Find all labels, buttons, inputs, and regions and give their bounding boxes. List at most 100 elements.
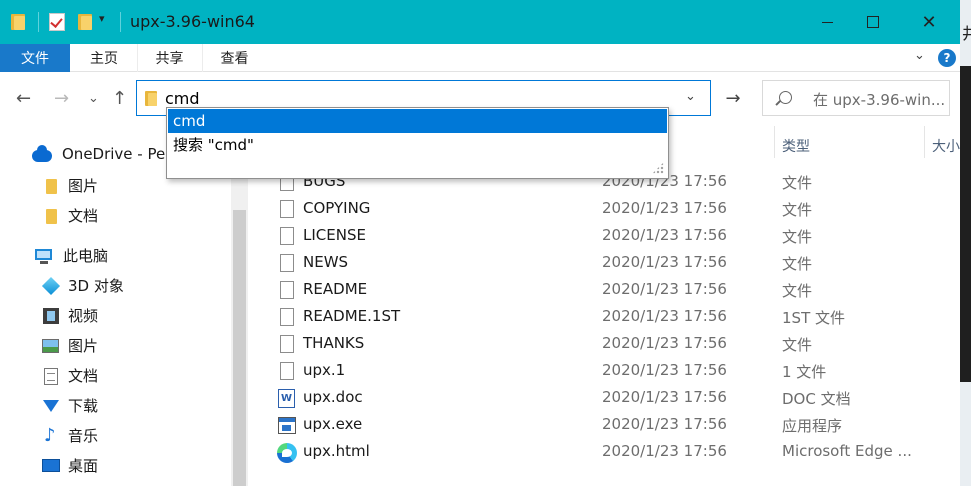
properties-icon[interactable]: [49, 13, 65, 31]
search-box[interactable]: 在 upx-3.96-win...: [762, 80, 950, 116]
file-name: upx.1: [303, 361, 346, 379]
help-icon[interactable]: ?: [938, 49, 956, 67]
column-header-type[interactable]: 类型: [782, 136, 810, 156]
file-icon: [278, 362, 296, 381]
file-type: 文件: [782, 201, 813, 219]
file-type: 1 文件: [782, 363, 827, 381]
3d-objects-icon: [41, 276, 61, 295]
file-row[interactable]: README.1ST 2020/1/23 17:56 1ST 文件: [248, 304, 960, 331]
column-header-size[interactable]: 大小: [932, 136, 960, 156]
file-icon: [278, 335, 296, 354]
file-type: Microsoft Edge ...: [782, 442, 912, 460]
file-name: README: [303, 280, 368, 298]
file-name: LICENSE: [303, 226, 366, 244]
nav-item-label: 图片: [68, 337, 99, 355]
file-name: NEWS: [303, 253, 349, 271]
file-icon: [278, 281, 296, 300]
search-suggestion-item[interactable]: 搜索 "cmd": [168, 133, 667, 157]
suggestion-item[interactable]: cmd: [168, 109, 667, 133]
tab-home[interactable]: 主页: [72, 44, 136, 72]
nav-item-label: 下载: [68, 397, 99, 415]
nav-item-videos[interactable]: 视频: [42, 305, 98, 326]
nav-item-downloads[interactable]: 下载: [42, 395, 98, 416]
go-button[interactable]: →: [715, 80, 751, 116]
nav-item-documents[interactable]: 文档: [42, 365, 98, 386]
video-icon: [43, 307, 59, 324]
music-icon: ♪: [44, 424, 56, 446]
up-button[interactable]: ↑: [112, 88, 127, 109]
file-row[interactable]: COPYING 2020/1/23 17:56 文件: [248, 196, 960, 223]
file-name: upx.doc: [303, 388, 363, 406]
nav-item-documents-cloud[interactable]: 文档: [46, 205, 98, 226]
navigation-pane: [0, 126, 248, 486]
nav-item-pictures[interactable]: 图片: [42, 335, 98, 356]
file-date: 2020/1/23 17:56: [602, 442, 727, 460]
address-history-dropdown-icon[interactable]: ⌄: [685, 89, 696, 104]
nav-item-3d-objects[interactable]: 3D 对象: [41, 275, 124, 296]
file-row[interactable]: LICENSE 2020/1/23 17:56 文件: [248, 223, 960, 250]
exe-icon: [278, 416, 296, 435]
file-name: upx.exe: [303, 415, 363, 433]
file-date: 2020/1/23 17:56: [602, 226, 727, 244]
file-row[interactable]: NEWS 2020/1/23 17:56 文件: [248, 250, 960, 277]
file-date: 2020/1/23 17:56: [602, 415, 727, 433]
tab-file[interactable]: 文件: [0, 44, 70, 72]
window-title: upx-3.96-win64: [130, 12, 255, 31]
autocomplete-dropdown: cmd 搜索 "cmd": [166, 107, 669, 179]
background-window-text: 井: [962, 24, 971, 43]
folder-icon: [46, 178, 57, 194]
forward-button[interactable]: →: [54, 88, 69, 109]
tab-share[interactable]: 共享: [137, 44, 201, 72]
file-row[interactable]: THANKS 2020/1/23 17:56 文件: [248, 331, 960, 358]
search-icon: [779, 91, 792, 104]
title-bar: ▾ upx-3.96-win64 ✕: [0, 0, 960, 44]
nav-item-pictures-cloud[interactable]: 图片: [46, 175, 98, 196]
back-button[interactable]: ←: [16, 88, 31, 109]
folder-icon: [46, 208, 57, 224]
nav-item-desktop[interactable]: 桌面: [42, 455, 98, 476]
file-name: README.1ST: [303, 307, 401, 325]
divider: [120, 12, 121, 32]
file-date: 2020/1/23 17:56: [602, 199, 727, 217]
file-name: THANKS: [303, 334, 365, 352]
file-name: COPYING: [303, 199, 371, 217]
file-icon: [278, 200, 296, 219]
word-doc-icon: W: [278, 389, 296, 408]
minimize-button[interactable]: [804, 0, 850, 44]
nav-item-label: 图片: [68, 177, 99, 195]
nav-item-label: 音乐: [68, 427, 99, 445]
nav-item-label: 视频: [68, 307, 99, 325]
file-date: 2020/1/23 17:56: [602, 307, 727, 325]
quick-access-dropdown-icon[interactable]: ▾: [99, 12, 105, 25]
file-row[interactable]: upx.exe 2020/1/23 17:56 应用程序: [248, 412, 960, 439]
nav-item-onedrive[interactable]: OneDrive - Pers: [32, 145, 179, 163]
file-date: 2020/1/23 17:56: [602, 388, 727, 406]
desktop-icon: [42, 458, 60, 472]
file-row[interactable]: upx.1 2020/1/23 17:56 1 文件: [248, 358, 960, 385]
nav-item-this-pc[interactable]: 此电脑: [35, 245, 108, 266]
file-date: 2020/1/23 17:56: [602, 253, 727, 271]
file-row[interactable]: W upx.doc 2020/1/23 17:56 DOC 文档: [248, 385, 960, 412]
file-row[interactable]: README 2020/1/23 17:56 文件: [248, 277, 960, 304]
close-button[interactable]: ✕: [906, 0, 952, 44]
file-type: 应用程序: [782, 417, 843, 435]
expand-ribbon-icon[interactable]: ⌄: [914, 48, 925, 63]
recent-locations-button[interactable]: ⌄: [88, 91, 99, 106]
column-divider[interactable]: [924, 126, 925, 158]
file-row[interactable]: upx.html 2020/1/23 17:56 Microsoft Edge …: [248, 439, 960, 466]
nav-item-label: 文档: [68, 367, 99, 385]
computer-icon: [35, 248, 52, 264]
file-type: 文件: [782, 255, 813, 273]
file-type: 文件: [782, 174, 813, 192]
file-icon: [278, 227, 296, 246]
maximize-button[interactable]: [850, 0, 896, 44]
file-name: upx.html: [303, 442, 370, 460]
file-type: 文件: [782, 336, 813, 354]
tab-view[interactable]: 查看: [202, 44, 266, 72]
navigation-scrollbar-thumb[interactable]: [233, 210, 246, 486]
resize-grip-icon[interactable]: [652, 162, 664, 174]
background-window-panel: [960, 66, 971, 382]
column-divider[interactable]: [774, 126, 775, 158]
file-type: 文件: [782, 282, 813, 300]
nav-item-music[interactable]: ♪ 音乐: [42, 425, 98, 446]
